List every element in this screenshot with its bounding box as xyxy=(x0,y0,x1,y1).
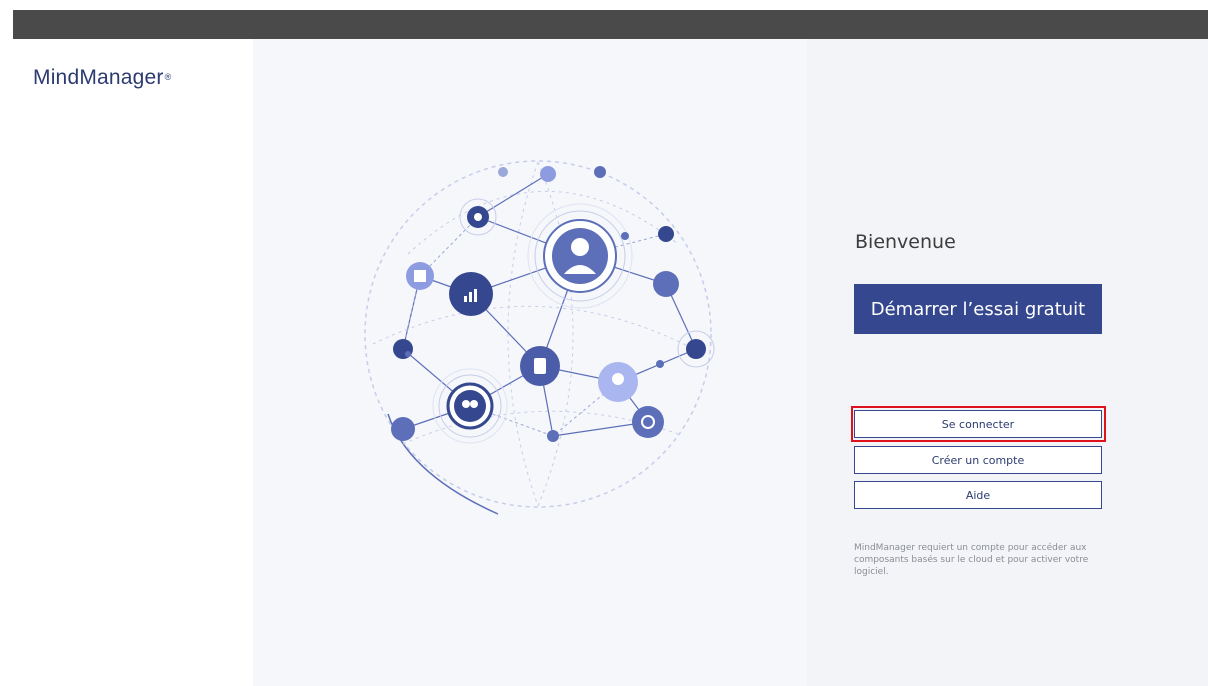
sign-in-pane: Bienvenue Démarrer l’essai gratuit Se co… xyxy=(807,39,1208,686)
window-title-bar xyxy=(13,10,1208,39)
logo-text: MindManager xyxy=(33,66,164,89)
left-pane: MindManager® xyxy=(13,39,253,686)
app-window: MindManager® Bienvenue Démarrer l’essai … xyxy=(13,39,1208,686)
globe-svg xyxy=(364,160,715,515)
globe-network-illustration xyxy=(348,144,728,534)
registered-mark: ® xyxy=(164,72,172,82)
illustration-pane xyxy=(253,39,807,686)
sign-in-button[interactable]: Se connecter xyxy=(854,410,1102,438)
mindmanager-logo: MindManager® xyxy=(33,66,171,90)
help-button[interactable]: Aide xyxy=(854,481,1102,509)
welcome-heading: Bienvenue xyxy=(855,231,956,253)
account-requirement-note: MindManager requiert un compte pour accé… xyxy=(854,543,1089,577)
start-free-trial-button[interactable]: Démarrer l’essai gratuit xyxy=(854,284,1102,334)
create-account-button[interactable]: Créer un compte xyxy=(854,446,1102,474)
